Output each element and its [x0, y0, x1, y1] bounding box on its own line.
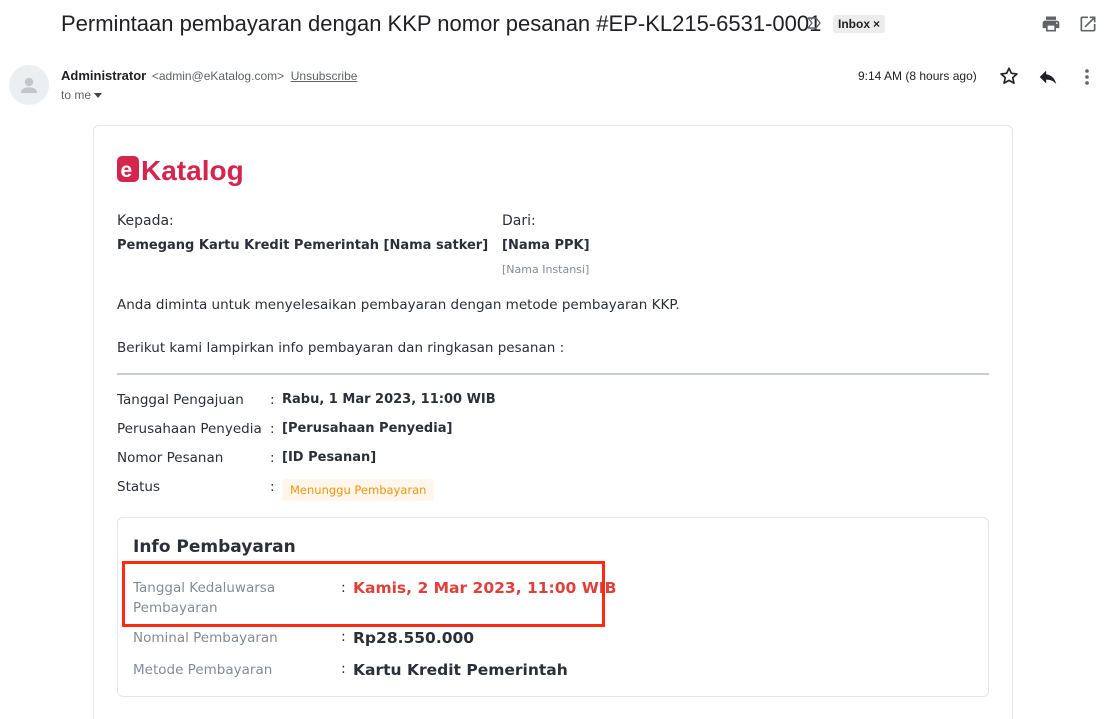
sender-line: Administrator <admin@eKatalog.com> Unsub… — [61, 68, 357, 83]
detail-label-perusahaan: Perusahaan Penyedia — [117, 421, 262, 437]
ekatalog-logo: e Katalog — [117, 152, 257, 188]
detail-colon: : — [270, 479, 275, 495]
email-subject: Permintaan pembayaran dengan KKP nomor p… — [61, 11, 822, 36]
inbox-label-text: Inbox — [838, 17, 870, 31]
print-icon[interactable] — [1041, 14, 1061, 34]
recipient-text: to me — [61, 88, 92, 102]
section-divider — [117, 373, 989, 375]
kepada-label: Kepada: — [117, 213, 174, 229]
dari-value: [Nama PPK] — [502, 238, 590, 253]
sender-avatar[interactable] — [9, 65, 49, 105]
info-value-nominal: Rp28.550.000 — [353, 629, 475, 647]
important-marker-icon[interactable] — [806, 15, 822, 31]
sender-name[interactable]: Administrator — [61, 68, 146, 83]
recipient-details-toggle[interactable]: to me — [61, 88, 103, 102]
attachment-paragraph: Berikut kami lampirkan info pembayaran d… — [117, 340, 565, 356]
reply-icon[interactable] — [1037, 66, 1059, 88]
open-in-new-window-icon[interactable] — [1078, 14, 1098, 34]
payment-info-title: Info Pembayaran — [133, 537, 296, 557]
svg-text:Katalog: Katalog — [141, 155, 244, 186]
info-colon: : — [341, 661, 346, 677]
dari-label: Dari: — [502, 213, 536, 229]
detail-value-perusahaan: [Perusahaan Penyedia] — [282, 421, 453, 436]
info-value-metode: Kartu Kredit Pemerintah — [353, 661, 568, 679]
svg-text:e: e — [121, 159, 133, 182]
detail-colon: : — [270, 392, 275, 408]
detail-label-tanggal-pengajuan: Tanggal Pengajuan — [117, 392, 244, 408]
info-label-metode: Metode Pembayaran — [133, 662, 273, 678]
kepada-value: Pemegang Kartu Kredit Pemerintah [Nama s… — [117, 238, 489, 253]
sender-email: <admin@eKatalog.com> — [151, 69, 285, 83]
detail-value-nomor-pesanan: [ID Pesanan] — [282, 450, 377, 465]
person-avatar-icon — [21, 77, 37, 93]
email-timestamp: 9:14 AM (8 hours ago) — [858, 69, 977, 83]
info-label-nominal: Nominal Pembayaran — [133, 630, 278, 646]
inbox-label[interactable]: Inbox × — [833, 15, 886, 33]
intro-paragraph: Anda diminta untuk menyelesaikan pembaya… — [117, 297, 680, 313]
expiry-highlight-box — [122, 561, 605, 627]
ekatalog-logo-mark: e Katalog — [117, 155, 244, 186]
dari-instansi: [Nama Instansi] — [502, 263, 590, 276]
info-colon: : — [341, 629, 346, 645]
detail-colon: : — [270, 450, 275, 466]
detail-label-status: Status — [117, 479, 161, 495]
subject-bar: Permintaan pembayaran dengan KKP nomor p… — [0, 0, 1114, 50]
more-vertical-icon[interactable] — [1078, 66, 1096, 88]
detail-colon: : — [270, 421, 275, 437]
star-icon[interactable] — [998, 65, 1020, 87]
remove-label-button[interactable]: × — [873, 17, 880, 31]
caret-down-icon — [94, 93, 103, 98]
unsubscribe-link[interactable]: Unsubscribe — [291, 69, 358, 83]
detail-label-nomor-pesanan: Nomor Pesanan — [117, 450, 224, 466]
status-badge: Menunggu Pembayaran — [282, 479, 435, 501]
detail-value-tanggal-pengajuan: Rabu, 1 Mar 2023, 11:00 WIB — [282, 392, 496, 407]
